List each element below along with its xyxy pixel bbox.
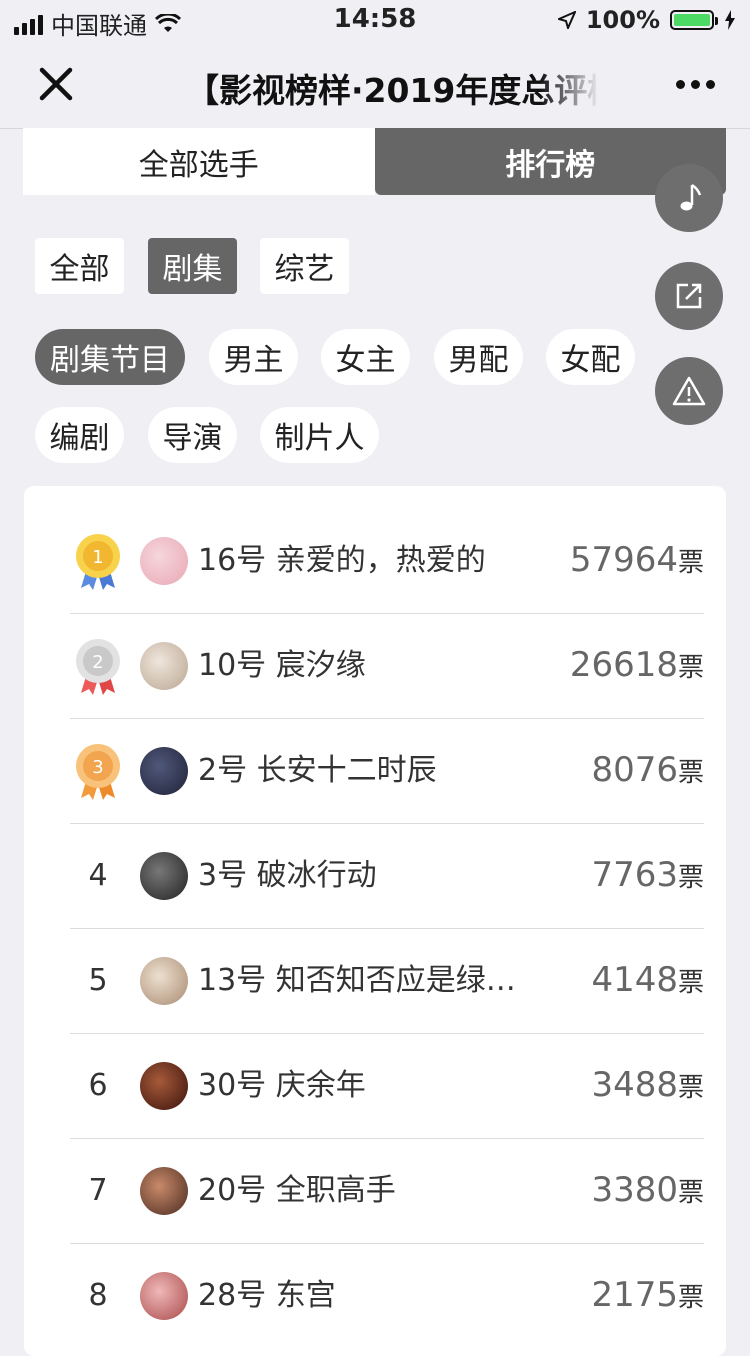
item-name: 30号 庆余年: [198, 1068, 366, 1103]
item-name: 16号 亲爱的，热爱的: [198, 543, 486, 578]
nav-bar: 【影视榜样·2019年度总评榜: [0, 40, 750, 129]
subcategory-series-program[interactable]: 剧集节目: [35, 329, 185, 385]
status-bar: 中国联通 14:58 100%: [0, 0, 750, 40]
ranking-row[interactable]: 4 3号 破冰行动 7763票: [70, 823, 704, 929]
item-name: 28号 东宫: [198, 1278, 336, 1313]
vote-count: 7763票: [591, 855, 704, 895]
bronze-medal-icon: 3: [70, 718, 126, 823]
svg-text:2: 2: [92, 652, 103, 673]
rank-number: 4: [88, 858, 108, 893]
avatar: [140, 1272, 188, 1320]
avatar: [140, 1062, 188, 1110]
vote-count: 3380票: [591, 1170, 704, 1210]
subcategory-director[interactable]: 导演: [148, 407, 237, 463]
item-name: 13号 知否知否应是绿…: [198, 963, 516, 998]
vote-count: 26618票: [569, 645, 704, 685]
vote-count: 3488票: [591, 1065, 704, 1105]
vote-count: 8076票: [591, 750, 704, 790]
page-title: 【影视榜样·2019年度总评榜: [186, 71, 596, 108]
ranking-row[interactable]: 3 2号 长安十二时辰 8076票: [70, 718, 704, 824]
report-button[interactable]: [655, 357, 723, 425]
tab-bar: 全部选手 排行榜: [23, 128, 726, 195]
subcategory-male-supporting[interactable]: 男配: [434, 329, 523, 385]
status-right: 100%: [557, 6, 736, 34]
music-button[interactable]: [655, 164, 723, 232]
music-note-icon: [680, 183, 702, 211]
gold-medal-icon: 1: [70, 508, 126, 613]
share-button[interactable]: [655, 262, 723, 330]
battery-icon: [670, 10, 718, 30]
ranking-row[interactable]: 8 28号 东宫 2175票: [70, 1243, 704, 1348]
item-name: 3号 破冰行动: [198, 858, 377, 893]
close-icon[interactable]: [36, 64, 76, 104]
warning-icon: [672, 376, 706, 406]
title-fade: [540, 60, 600, 110]
avatar: [140, 642, 188, 690]
subcategory-female-lead[interactable]: 女主: [321, 329, 410, 385]
rank-number: 5: [88, 963, 108, 998]
subcategory-male-lead[interactable]: 男主: [209, 329, 298, 385]
subcategory-producer[interactable]: 制片人: [260, 407, 379, 463]
charging-icon: [725, 10, 735, 30]
avatar: [140, 852, 188, 900]
category-all[interactable]: 全部: [35, 238, 124, 294]
category-variety[interactable]: 综艺: [260, 238, 349, 294]
vote-count: 4148票: [591, 960, 704, 1000]
subcategory-screenwriter[interactable]: 编剧: [35, 407, 124, 463]
location-icon: [557, 11, 576, 29]
share-icon: [676, 283, 702, 309]
category-series[interactable]: 剧集: [148, 238, 237, 294]
vote-count: 57964票: [569, 540, 704, 580]
ranking-row[interactable]: 2 10号 宸汐缘 26618票: [70, 613, 704, 719]
rank-number: 6: [88, 1068, 108, 1103]
avatar: [140, 1167, 188, 1215]
ranking-row[interactable]: 7 20号 全职高手 3380票: [70, 1138, 704, 1244]
battery-percent: 100%: [585, 6, 660, 34]
silver-medal-icon: 2: [70, 613, 126, 718]
item-name: 2号 长安十二时辰: [198, 753, 437, 788]
rank-number: 7: [88, 1173, 108, 1208]
rank-number: 8: [88, 1278, 108, 1313]
ranking-list: 1 16号 亲爱的，热爱的 57964票 2 10号 宸汐缘 26618票 3 …: [24, 486, 726, 1356]
avatar: [140, 957, 188, 1005]
avatar: [140, 747, 188, 795]
ranking-row[interactable]: 1 16号 亲爱的，热爱的 57964票: [70, 508, 704, 614]
vote-count: 2175票: [591, 1275, 704, 1315]
avatar: [140, 537, 188, 585]
subcategory-female-supporting[interactable]: 女配: [546, 329, 635, 385]
ranking-row[interactable]: 6 30号 庆余年 3488票: [70, 1033, 704, 1139]
ranking-row[interactable]: 5 13号 知否知否应是绿… 4148票: [70, 928, 704, 1034]
item-name: 20号 全职高手: [198, 1173, 396, 1208]
tab-all-contestants[interactable]: 全部选手: [23, 128, 375, 195]
item-name: 10号 宸汐缘: [198, 648, 366, 683]
more-icon[interactable]: [676, 80, 715, 89]
svg-text:3: 3: [92, 757, 103, 778]
svg-text:1: 1: [92, 547, 103, 568]
